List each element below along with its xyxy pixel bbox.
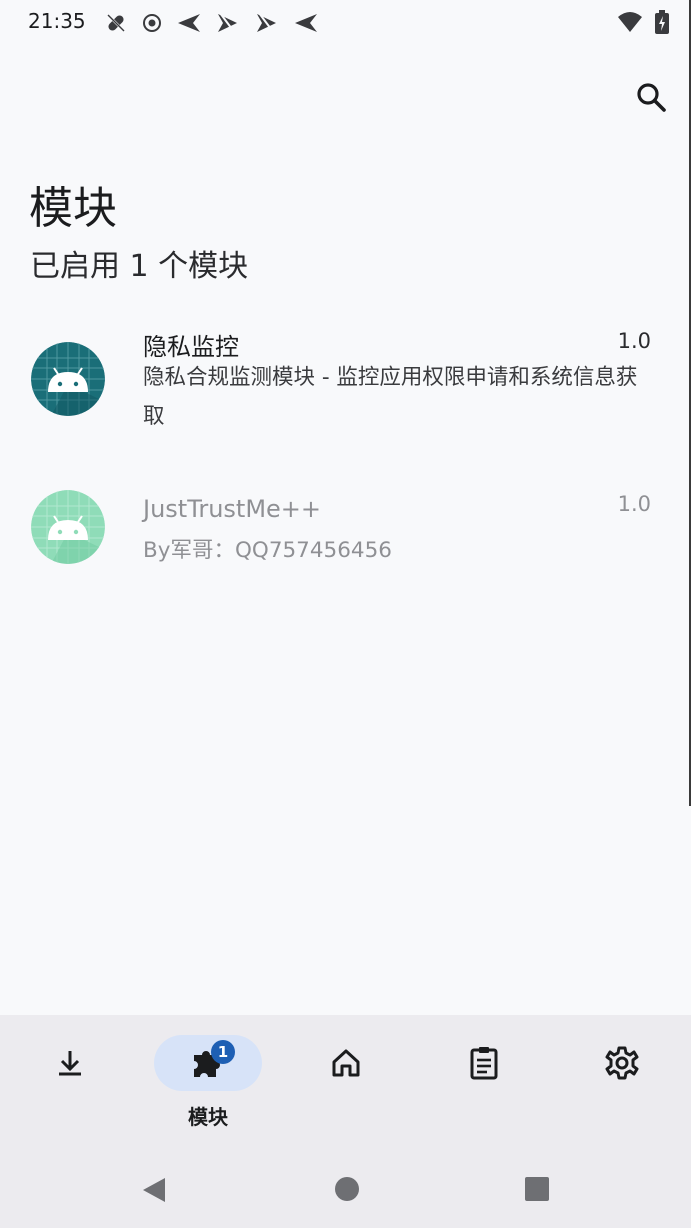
module-description: 隐私合规监测模块 - 监控应用权限申请和系统信息获取 — [143, 365, 638, 429]
notification-icons — [104, 11, 319, 35]
android-icon — [31, 342, 105, 416]
clipboard-icon — [470, 1047, 498, 1080]
status-right-icons — [617, 10, 669, 34]
wifi-icon — [618, 12, 642, 32]
bug-off-icon — [107, 14, 125, 32]
back-icon[interactable] — [141, 1176, 167, 1204]
send-slash-icon — [218, 12, 237, 34]
nav-item-modules[interactable]: 1 模块 — [154, 1035, 262, 1145]
android-icon — [31, 490, 105, 564]
search-icon — [637, 83, 666, 112]
module-item[interactable]: JustTrustMe++ 1.0 By军哥：QQ757456456 — [0, 485, 691, 575]
module-item[interactable]: 隐私监控 1.0 隐私合规监测模块 - 监控应用权限申请和系统信息获取 — [0, 320, 691, 440]
home-circle-icon[interactable] — [334, 1176, 360, 1202]
status-time: 21:35 — [28, 9, 86, 33]
module-version: 1.0 — [617, 492, 651, 516]
status-bar: 21:35 — [0, 0, 691, 46]
module-description: By军哥：QQ757456456 — [143, 538, 392, 563]
nav-badge: 1 — [211, 1040, 235, 1064]
nav-item-home[interactable] — [292, 1035, 400, 1145]
record-icon — [143, 14, 161, 32]
nav-item-logs[interactable] — [430, 1035, 538, 1145]
page-subtitle: 已启用 1 个模块 — [30, 249, 249, 284]
search-button[interactable] — [632, 78, 670, 116]
module-name: JustTrustMe++ — [143, 495, 322, 523]
download-icon — [59, 1051, 81, 1076]
home-icon — [332, 1049, 360, 1077]
send-slash-icon — [257, 12, 276, 34]
page-title: 模块 — [29, 183, 117, 234]
recents-icon[interactable] — [524, 1176, 550, 1202]
module-icon — [31, 490, 105, 564]
module-icon — [31, 342, 105, 416]
module-version: 1.0 — [617, 329, 651, 353]
battery-charging-icon — [655, 10, 669, 34]
nav-label: 模块 — [188, 1105, 228, 1129]
nav-item-settings[interactable] — [568, 1035, 676, 1145]
module-name: 隐私监控 — [143, 333, 239, 361]
send-icon — [178, 14, 200, 32]
gear-icon — [605, 1046, 639, 1080]
send-icon — [295, 14, 317, 32]
system-nav-bar — [0, 1150, 691, 1228]
nav-item-download[interactable] — [16, 1035, 124, 1145]
